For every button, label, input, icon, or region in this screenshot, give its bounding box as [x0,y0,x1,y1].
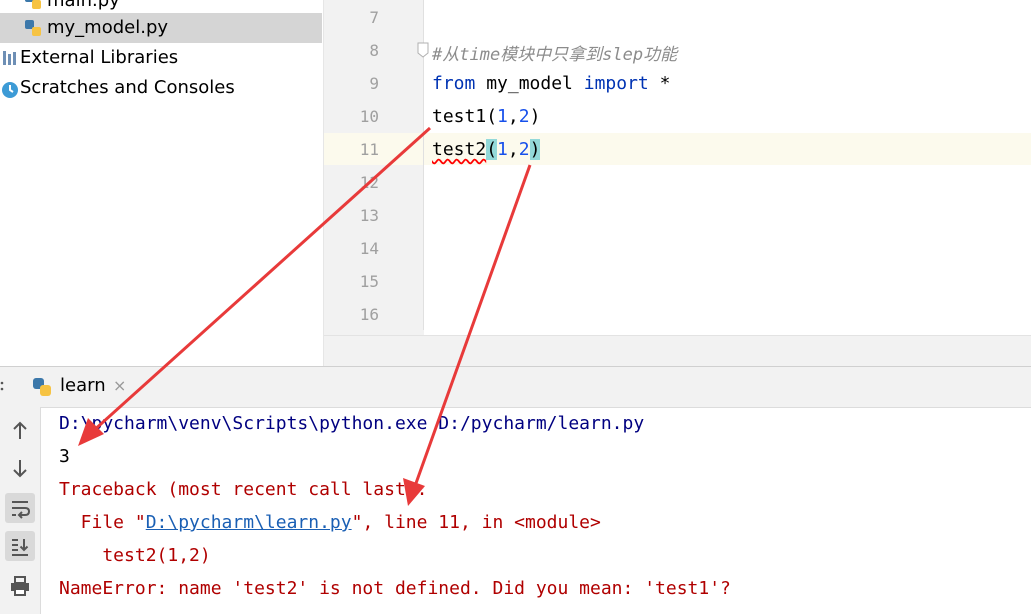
tree-item-label: my_model.py [47,17,169,38]
number-literal: 1 [497,139,508,160]
line-number: 12 [359,173,379,192]
line-number: 11 [359,140,379,159]
line-number: 7 [369,8,379,27]
paren: ( [486,106,498,127]
project-tree: main.py my_model.py External Libraries S… [0,0,324,366]
file-suffix: ", line 11, in <module> [351,512,601,533]
run-panel-header [0,366,1031,408]
tree-item-label: External Libraries [20,47,179,68]
console-result: 3 [59,446,70,467]
file-prefix: File " [59,512,146,533]
line-number: 13 [359,206,379,225]
scratches-icon [2,82,18,98]
panel-menu-icon[interactable] [0,380,4,392]
module-name: my_model [475,73,584,94]
python-file-icon [25,20,41,36]
line-number: 10 [359,107,379,126]
code-line-import: from my_model import * [432,73,670,94]
tree-item-my-model-py[interactable]: my_model.py [0,13,322,43]
fold-icon[interactable] [416,42,430,58]
code-line-test1: test1(1,2) [432,106,540,127]
file-link[interactable]: D:\pycharm\learn.py [146,512,352,533]
call-name: test1 [432,106,487,127]
print-icon[interactable] [5,571,35,601]
editor-breadcrumb-bar [324,335,1031,367]
arrow-down-icon[interactable] [5,453,35,483]
number-literal: 2 [518,106,530,127]
number-literal: 1 [497,106,508,127]
line-number: 15 [359,272,379,291]
number-literal: 2 [518,139,530,160]
code-comment: #从time模块中只拿到slep功能 [432,45,678,65]
console-code-line: test2(1,2) [59,545,211,566]
comma: , [507,106,519,127]
library-icon [3,51,16,65]
matched-paren: ( [486,139,498,160]
console-traceback: Traceback (most recent call last): [59,479,428,500]
console-file-line: File "D:\pycharm\learn.py", line 11, in … [59,512,601,533]
line-number: 8 [369,41,379,60]
console-command-line: D:\pycharm\venv\Scripts\python.exe D:/py… [59,413,645,434]
unresolved-call-name: test2 [432,139,487,160]
run-tab-learn[interactable]: learn [60,375,106,396]
matched-paren: ) [529,139,541,160]
code-line-test2: test2(1,2) [432,139,541,160]
python-file-icon [25,0,41,9]
close-tab-icon[interactable]: × [113,376,126,395]
arrow-up-icon[interactable] [5,416,35,446]
keyword-from: from [432,73,476,94]
current-line-highlight [324,133,1031,165]
paren: ) [529,106,541,127]
console-error: NameError: name 'test2' is not defined. … [59,578,731,599]
line-number: 9 [369,74,379,93]
scroll-to-end-icon[interactable] [5,531,35,561]
comma: , [507,139,519,160]
soft-wrap-icon[interactable] [5,493,35,523]
line-number: 14 [359,239,379,258]
run-toolbar [0,407,41,614]
python-run-icon [33,378,51,396]
keyword-import: import [583,73,649,94]
import-star: * [648,73,671,94]
tree-item-label: Scratches and Consoles [20,77,235,98]
line-number: 16 [359,305,379,324]
